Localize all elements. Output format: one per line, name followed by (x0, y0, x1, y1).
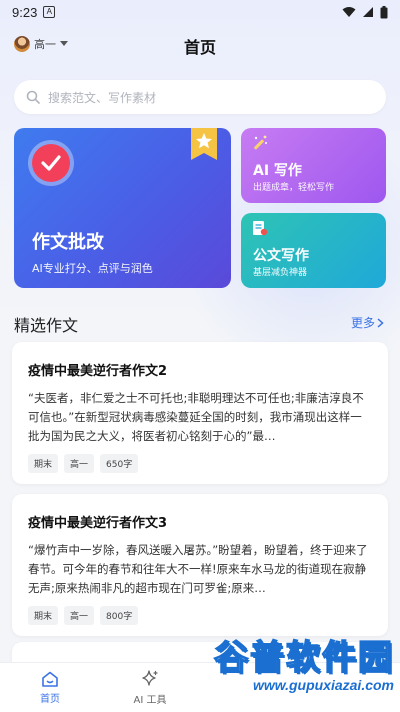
tag-grade: 高一 (64, 454, 95, 473)
ai-writing-title: AI 写作 (253, 163, 302, 179)
tag-exam: 期末 (28, 606, 59, 625)
status-bar: 9:23 A (0, 0, 400, 24)
essay-excerpt: “爆竹声中一岁除，春风送暖入屠苏。”盼望着，盼望着，终于迎来了春节。可今年的春节… (28, 543, 368, 595)
battery-icon (380, 5, 388, 18)
document-stamp-icon (253, 221, 268, 236)
essay-title: 疫情中最美逆行者作文2 (28, 364, 168, 379)
nav-ai-tools[interactable]: AI 工具 (100, 663, 200, 712)
search-placeholder: 搜索范文、写作素材 (48, 90, 157, 105)
status-time: 9:23 (12, 4, 38, 20)
more-link[interactable]: 更多 (351, 314, 384, 331)
signal-icon (363, 7, 373, 17)
tag-wordcount: 650字 (100, 454, 139, 473)
essay-correction-card[interactable]: 作文批改 AI专业打分、点评与润色 (14, 128, 231, 288)
essay-tags: 期末 高一 650字 (28, 454, 372, 473)
notification-icon: A (43, 6, 56, 18)
ai-writing-subtitle: 出题成章，轻松写作 (253, 183, 335, 193)
nav-home-label: 首页 (40, 693, 60, 705)
more-label: 更多 (350, 316, 375, 330)
featured-section-title: 精选作文 (14, 316, 79, 335)
wifi-icon (342, 7, 356, 17)
sparkle-icon (142, 669, 158, 686)
star-ribbon-icon (191, 128, 217, 160)
watermark-url: www.gupuxiazai.com (252, 677, 394, 693)
search-input[interactable]: 搜索范文、写作素材 (14, 80, 386, 114)
ai-writing-card[interactable]: AI 写作 出题成章，轻松写作 (241, 128, 386, 203)
nav-home[interactable]: 首页 (0, 663, 100, 712)
official-doc-writing-card[interactable]: 公文写作 基层减负神器 (241, 213, 386, 288)
nav-ai-tools-label: AI 工具 (133, 694, 167, 706)
page-title: 首页 (183, 38, 216, 57)
chevron-right-icon (377, 317, 384, 328)
magic-wand-icon (254, 135, 267, 150)
tag-exam: 期末 (28, 454, 59, 473)
tag-wordcount: 800字 (100, 606, 139, 625)
essay-tags: 期末 高一 800字 (28, 606, 372, 625)
search-icon (26, 90, 40, 104)
grade-selector[interactable]: 高一 (14, 36, 68, 52)
grade-label: 高一 (34, 38, 56, 51)
avatar (14, 36, 30, 52)
app-header: 高一 首页 (0, 28, 400, 64)
essay-card[interactable]: 疫情中最美逆行者作文3 “爆竹声中一岁除，春风送暖入屠苏。”盼望着，盼望着，终于… (12, 494, 388, 636)
tag-grade: 高一 (64, 606, 95, 625)
essay-card[interactable]: 疫情中最美逆行者作文2 “夫医者，非仁爱之士不可托也;非聪明理达不可任也;非廉洁… (12, 342, 388, 484)
home-icon (42, 671, 58, 687)
correction-title: 作文批改 (32, 232, 104, 253)
check-badge-icon (32, 144, 70, 182)
doc-writing-subtitle: 基层减负神器 (253, 268, 308, 278)
essay-excerpt: “夫医者，非仁爱之士不可托也;非聪明理达不可任也;非廉洁淳良不可信也。”在新型冠… (28, 391, 364, 443)
chevron-down-icon (60, 41, 68, 46)
watermark-text: 谷普软件园 (213, 637, 394, 679)
site-watermark: 谷普软件园 www.gupuxiazai.com (213, 630, 394, 693)
essay-title: 疫情中最美逆行者作文3 (28, 516, 168, 531)
doc-writing-title: 公文写作 (253, 248, 309, 264)
correction-subtitle: AI专业打分、点评与润色 (32, 262, 153, 275)
